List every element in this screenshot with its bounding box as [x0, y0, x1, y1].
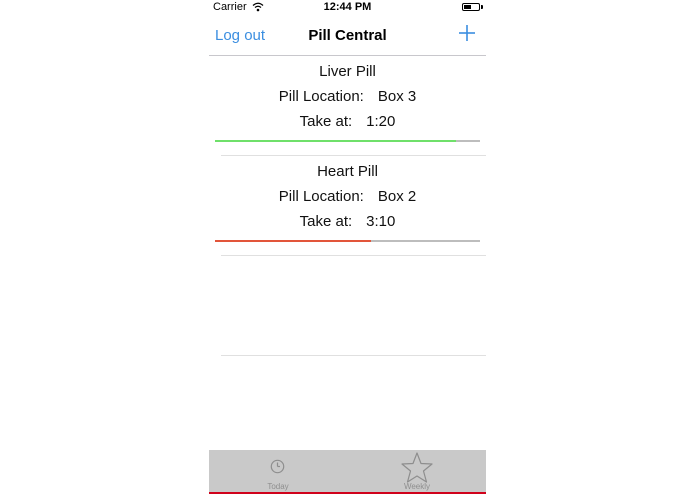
pill-progress-fill [215, 140, 457, 142]
tab-weekly[interactable]: Weekly [348, 450, 486, 492]
pill-name: Heart Pill [317, 163, 378, 180]
pill-cell[interactable]: Liver Pill Pill Location: Box 3 Take at: 1… [209, 56, 486, 156]
battery-level [464, 5, 471, 9]
pill-time-label: Take at: [299, 113, 353, 130]
tab-today[interactable]: Today [209, 450, 347, 492]
cell-separator [221, 355, 486, 356]
clock-icon [270, 459, 285, 474]
pill-time-value: 3:10 [366, 213, 396, 230]
pill-location-value: Box 2 [377, 188, 417, 205]
status-time: 12:44 PM [323, 1, 372, 13]
pill-list: Liver Pill Pill Location: Box 3 Take at: 1… [209, 56, 486, 356]
empty-cell [209, 256, 486, 356]
pill-progress-bar [215, 240, 480, 242]
pill-name: Liver Pill [319, 63, 376, 80]
navigation-bar: Log out Pill Central [209, 16, 486, 56]
pill-location-label: Pill Location: [278, 188, 364, 205]
plus-icon[interactable] [458, 24, 476, 42]
pill-location-label: Pill Location: [278, 88, 364, 105]
pill-time-label: Take at: [299, 213, 353, 230]
tab-bar: Today Weekly [209, 450, 486, 494]
star-icon [401, 452, 433, 483]
pill-location-value: Box 3 [377, 88, 417, 105]
page-title: Pill Central [308, 27, 387, 44]
tab-today-label: Today [267, 482, 289, 491]
status-bar: Carrier 12:44 PM [209, 0, 486, 16]
battery-tip [481, 5, 483, 9]
pill-progress-bar [215, 140, 480, 142]
battery-icon [462, 3, 480, 11]
phone-screen: Carrier 12:44 PM Log out Pill Central Li… [209, 0, 486, 494]
pill-location: Pill Location: Box 2 [209, 188, 486, 205]
pill-time: Take at: 3:10 [209, 213, 486, 230]
pill-time-value: 1:20 [366, 113, 396, 130]
pill-progress-fill [215, 240, 372, 242]
pill-location: Pill Location: Box 3 [209, 88, 486, 105]
pill-time: Take at: 1:20 [209, 113, 486, 130]
pill-cell[interactable]: Heart Pill Pill Location: Box 2 Take at: 3… [209, 156, 486, 256]
tab-weekly-label: Weekly [403, 482, 431, 491]
